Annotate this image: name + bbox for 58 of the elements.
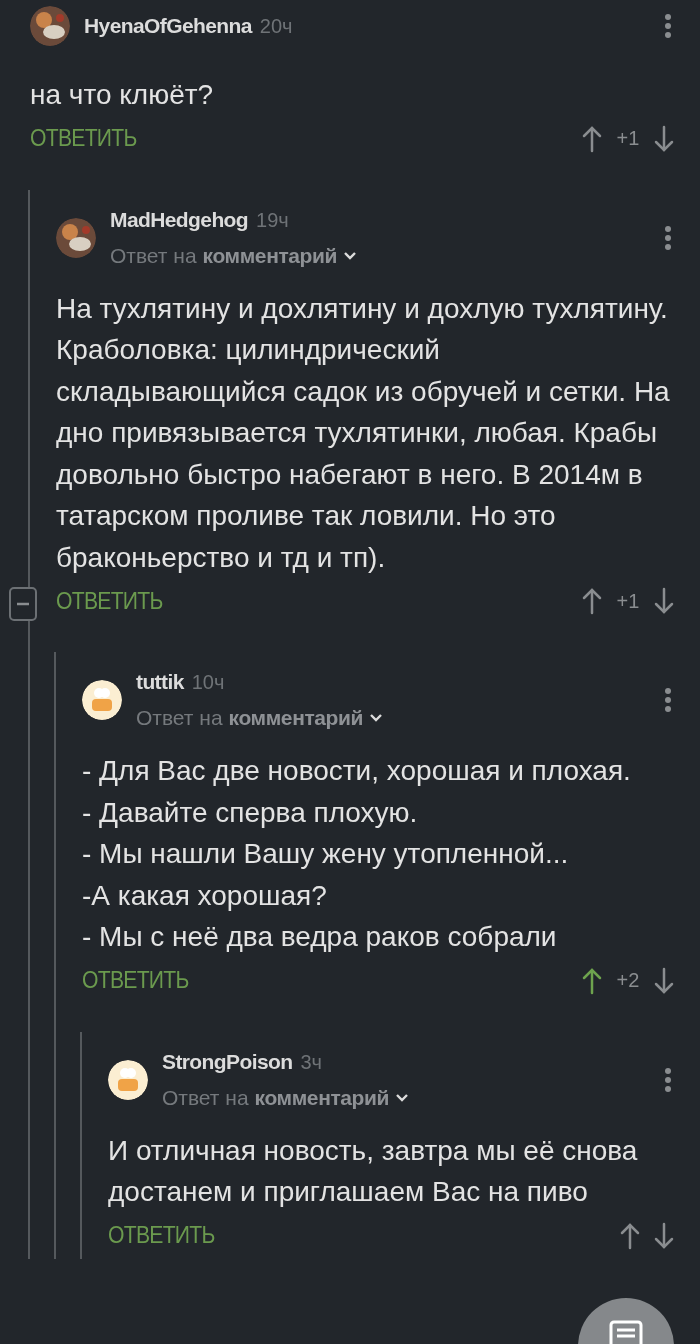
chevron-down-icon[interactable]	[369, 713, 384, 723]
comment-text: - Для Вас две новости, хорошая и плохая.	[82, 754, 632, 788]
upvote-button[interactable]	[582, 124, 602, 153]
rating: +1	[616, 589, 640, 613]
upvote-button[interactable]	[582, 966, 602, 995]
timestamp: 10ч	[191, 671, 225, 694]
upvote-button[interactable]	[620, 1221, 640, 1250]
reply-button[interactable]: ОТВЕТИТЬ	[56, 587, 163, 615]
timestamp: 19ч	[256, 208, 289, 232]
document-icon	[609, 1320, 643, 1344]
reply-to-label: Ответ на	[136, 706, 223, 730]
downvote-button[interactable]	[654, 124, 674, 153]
rating: +2	[616, 969, 640, 992]
up-arrow-icon	[620, 1221, 640, 1250]
username[interactable]: tuttik	[136, 670, 184, 694]
reply-to-link[interactable]: комментарий	[254, 1085, 390, 1110]
reply-button[interactable]: ОТВЕТИТЬ	[30, 125, 137, 152]
reply-to-link[interactable]: комментарий	[228, 706, 364, 730]
reply-to-label: Ответ на	[162, 1085, 249, 1110]
up-arrow-icon	[582, 124, 602, 153]
downvote-button[interactable]	[654, 1221, 674, 1250]
more-menu-button[interactable]	[664, 1066, 672, 1093]
collapse-thread-button[interactable]	[9, 587, 37, 621]
reply-to-label: Ответ на	[110, 243, 197, 268]
chevron-down-icon[interactable]	[343, 250, 358, 261]
timestamp: 3ч	[300, 1050, 322, 1074]
comment-text: И отличная новость, завтра мы её снова достанем и приглашаем Вас на пиво	[108, 1133, 639, 1209]
comment-text: -А какая хорошая?	[82, 878, 328, 913]
comment-text: на что клюёт?	[30, 78, 215, 112]
comment-text: - Мы с неё два ведра раков собрали	[82, 920, 558, 954]
up-arrow-icon	[582, 966, 602, 995]
more-menu-button[interactable]	[664, 687, 672, 713]
down-arrow-icon	[654, 124, 674, 153]
reply-button[interactable]: ОТВЕТИТЬ	[82, 967, 189, 994]
downvote-button[interactable]	[654, 587, 674, 615]
down-arrow-icon	[654, 966, 674, 995]
downvote-button[interactable]	[654, 966, 674, 995]
username[interactable]: HyenaOfGehenna	[84, 14, 252, 38]
upvote-button[interactable]	[582, 587, 602, 615]
username[interactable]: StrongPoison	[162, 1049, 293, 1074]
comment-text: На тухлятину и дохлятину и дохлую тухлятину. Краболовка: цилиндрический складывающийся садок из обручей и сетки. На дно привязывается тухлятинки, любая. Крабы довольно быстро набегают в него. В 2014м в татарском проливе так ловили. Но это браконьерство и тд и тп).	[56, 291, 671, 575]
rating: +1	[616, 127, 640, 150]
more-menu-button[interactable]	[664, 224, 672, 251]
username[interactable]: MadHedgehog	[110, 207, 249, 232]
down-arrow-icon	[654, 1221, 674, 1250]
down-arrow-icon	[654, 587, 674, 615]
chevron-down-icon[interactable]	[395, 1092, 410, 1103]
comment-text: - Давайте сперва плохую.	[82, 795, 419, 830]
reply-button[interactable]: ОТВЕТИТЬ	[108, 1222, 215, 1249]
comment-text: - Мы нашли Вашу жену утопленной...	[82, 837, 570, 871]
avatar[interactable]	[56, 217, 96, 258]
up-arrow-icon	[582, 587, 602, 615]
avatar[interactable]	[30, 6, 70, 46]
avatar[interactable]	[108, 1059, 148, 1100]
reply-to-link[interactable]: комментарий	[202, 243, 338, 268]
avatar[interactable]	[82, 680, 122, 720]
timestamp: 20ч	[259, 15, 293, 38]
more-menu-button[interactable]	[664, 13, 672, 39]
